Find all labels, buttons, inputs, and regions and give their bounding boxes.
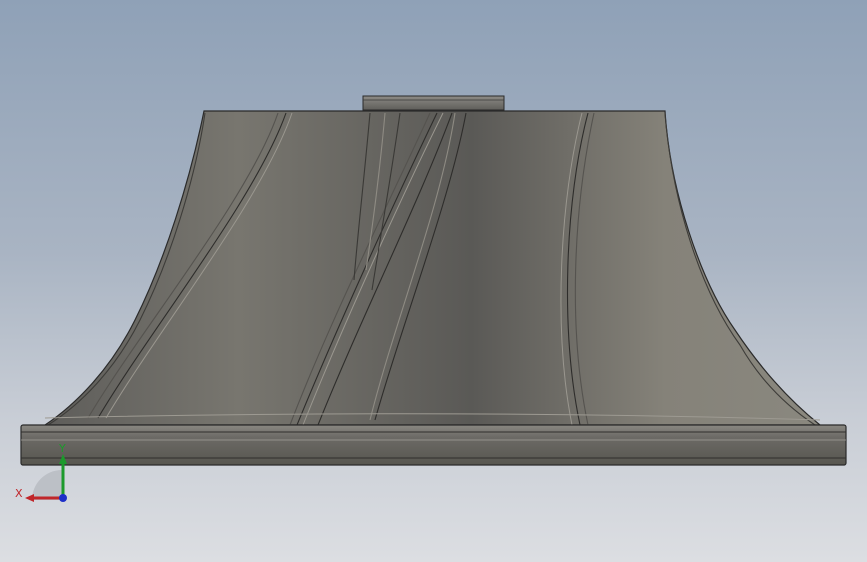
y-axis-arrow [59, 454, 67, 464]
triad-shade [32, 470, 62, 500]
x-axis-label: X [15, 487, 23, 500]
hub-cap [362, 95, 505, 111]
graphics-viewport[interactable]: Y X [0, 0, 867, 562]
impeller-model[interactable] [0, 0, 867, 562]
x-axis-arrow [25, 494, 34, 502]
reference-triad: Y X [15, 442, 67, 502]
base-disk [20, 424, 847, 466]
z-axis-dot [59, 494, 67, 502]
y-axis-label: Y [58, 442, 66, 455]
hub-body [43, 110, 822, 426]
